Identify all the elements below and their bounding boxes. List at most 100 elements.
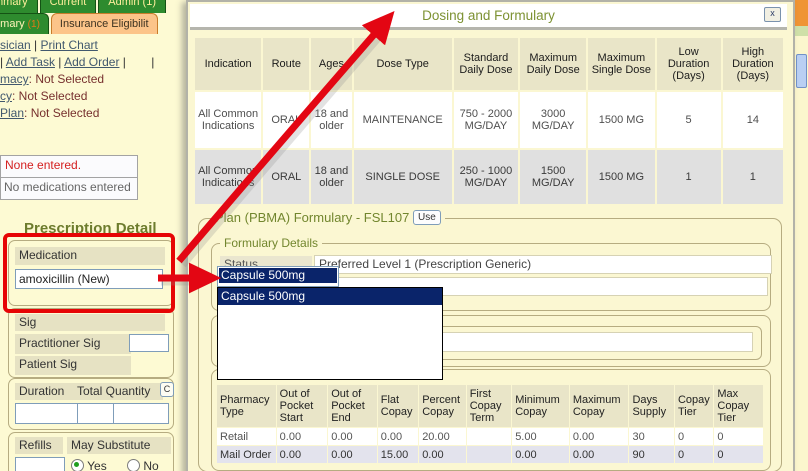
green-edge <box>795 26 808 36</box>
substitute-no-option[interactable]: No <box>127 459 159 471</box>
dosing-col-header: Maximum Daily Dose <box>520 38 586 90</box>
pharmacy-value: : Not Selected <box>29 72 104 86</box>
copay-col-header: Minimum Copay <box>512 385 569 427</box>
orange-tab-edge <box>795 0 808 26</box>
dosing-cell: All Common Indications <box>195 92 261 148</box>
dialog-titlebar: Dosing and Formulary x <box>190 4 787 30</box>
use-button[interactable]: Use <box>413 210 441 225</box>
yes-label: Yes <box>87 459 107 471</box>
copay-col-header: Percent Copay <box>419 385 466 427</box>
plan-formulary-legend: Plan (PBMA) Formulary - FSL107 Use <box>211 210 445 225</box>
copay-row-mail-order: Mail Order 0.00 0.00 15.00 0.00 0.00 0.0… <box>217 446 763 463</box>
copay-col-header: Out of Pocket End <box>328 385 377 427</box>
add-task-link[interactable]: Add Task <box>6 55 55 69</box>
status-value: Preferred Level 1 (Prescription Generic) <box>314 255 772 274</box>
dose-form-dropdown: Capsule 500mg <box>217 287 443 380</box>
dosing-col-header: High Duration (Days) <box>723 38 783 90</box>
radio-yes-icon[interactable] <box>71 459 84 471</box>
copay-cell: 0.00 <box>512 446 569 463</box>
tab-current[interactable]: Current <box>40 0 97 13</box>
copay-col-header: Out of Pocket Start <box>277 385 328 427</box>
copay-cell: Retail <box>217 428 276 445</box>
sig-label: Sig <box>15 314 165 331</box>
may-substitute-label: May Substitute <box>67 437 171 454</box>
dosing-formulary-dialog: Dosing and Formulary x Indication Route … <box>186 0 795 471</box>
close-icon[interactable]: x <box>764 7 781 22</box>
dosing-row-maintenance: All Common Indications ORAL 18 and older… <box>195 92 783 148</box>
dosing-table: Indication Route Ages Dose Type Standard… <box>193 36 785 206</box>
quantity-input-1[interactable] <box>77 403 115 424</box>
medication-label: Medication <box>15 247 165 265</box>
dosing-cell: ORAL <box>263 150 309 204</box>
copay-cell: 0.00 <box>328 428 377 445</box>
plan-row: Plan: Not Selected <box>0 106 99 120</box>
dialog-title: Dosing and Formulary <box>190 4 787 23</box>
copay-row-retail: Retail 0.00 0.00 0.00 20.00 5.00 0.00 30… <box>217 428 763 445</box>
plan-value: : Not Selected <box>24 106 99 120</box>
total-quantity-label: Total Quantity <box>73 383 163 400</box>
refills-input[interactable] <box>15 457 65 471</box>
tab-insurance-eligibility[interactable]: Insurance Eligibilit <box>51 13 158 34</box>
dosing-cell: 1 <box>723 150 783 204</box>
dosing-col-header: Route <box>263 38 309 90</box>
app-screen: mmaryCurrentAdmin (1) mmary (1)Insurance… <box>0 0 808 471</box>
copay-cell: 90 <box>629 446 673 463</box>
dosing-cell: 14 <box>723 92 783 148</box>
practitioner-sig-input[interactable] <box>129 334 169 352</box>
sig-fieldset: Sig Practitioner Sig Patient Sig <box>8 308 174 378</box>
copay-cell: 0.00 <box>570 428 629 445</box>
cy-link[interactable]: cy <box>0 89 12 103</box>
copay-details-fieldset: Copay Details Pharmacy Type Out of Pocke… <box>211 369 771 471</box>
copay-cell: 0.00 <box>570 446 629 463</box>
copay-cell: 15.00 <box>378 446 418 463</box>
dosing-cell: 1500 MG <box>588 150 654 204</box>
copay-cell: 0.00 <box>328 446 377 463</box>
dosing-cell: All Common Indications <box>195 150 261 204</box>
pharmacy-link[interactable]: macy <box>0 72 29 86</box>
copay-cell <box>467 428 511 445</box>
refills-label: Refills <box>15 437 63 454</box>
duration-label: Duration <box>15 383 75 400</box>
tab-summary-label: mmary <box>0 18 28 30</box>
duration-input[interactable] <box>15 403 79 424</box>
copay-col-header: Copay Tier <box>675 385 713 427</box>
plan-formulary-legend-text: Plan (PBMA) Formulary - FSL107 <box>215 210 409 225</box>
copay-col-header: Max Copay Tier <box>714 385 763 427</box>
tab-admin[interactable]: Admin (1) <box>98 0 166 13</box>
dose-form-combobox[interactable]: Capsule 500mg <box>217 266 339 287</box>
scrollbar-thumb[interactable] <box>796 54 807 88</box>
dosing-cell: 1 <box>657 150 721 204</box>
add-order-link[interactable]: Add Order <box>64 55 119 69</box>
formulary-details-legend: Formulary Details <box>220 236 322 250</box>
tab-summary-count: (1) <box>28 19 40 30</box>
page-right-strip <box>795 0 808 471</box>
quantity-calc-button[interactable]: C <box>160 382 174 397</box>
copay-table: Pharmacy Type Out of Pocket Start Out of… <box>216 384 764 464</box>
tab-summary-top[interactable]: mmary <box>0 0 38 13</box>
patient-sig-label: Patient Sig <box>15 356 131 375</box>
dosing-cell: SINGLE DOSE <box>354 150 452 204</box>
dosing-cell: MAINTENANCE <box>354 92 452 148</box>
tab-summary[interactable]: mmary (1) <box>0 13 49 34</box>
dosing-row-single-dose: All Common Indications ORAL 18 and older… <box>195 150 783 204</box>
copay-cell: 0 <box>714 428 763 445</box>
problems-medications-box: None entered. No medications entered <box>0 155 138 200</box>
refills-fieldset: Refills May Substitute Yes No <box>8 432 174 471</box>
radio-no-icon[interactable] <box>127 459 140 471</box>
no-medications-entered: No medications entered <box>1 178 137 199</box>
dropdown-item-capsule-500mg[interactable]: Capsule 500mg <box>218 288 442 305</box>
print-chart-link[interactable]: Print Chart <box>41 38 98 52</box>
dosing-col-header: Maximum Single Dose <box>588 38 654 90</box>
substitute-yes-option[interactable]: Yes <box>71 459 107 471</box>
plan-link[interactable]: Plan <box>0 106 24 120</box>
dosing-header-row: Indication Route Ages Dose Type Standard… <box>195 38 783 90</box>
quantity-input-2[interactable] <box>113 403 169 424</box>
copay-cell: 0 <box>675 446 713 463</box>
copay-col-header: First Copay Term <box>467 385 511 427</box>
copay-col-header: Flat Copay <box>378 385 418 427</box>
physician-link[interactable]: sician <box>0 38 31 52</box>
dosing-cell: 1500 MG <box>588 92 654 148</box>
copay-cell: 0.00 <box>277 428 328 445</box>
copay-cell: 0 <box>675 428 713 445</box>
dosing-cell: ORAL <box>263 92 309 148</box>
